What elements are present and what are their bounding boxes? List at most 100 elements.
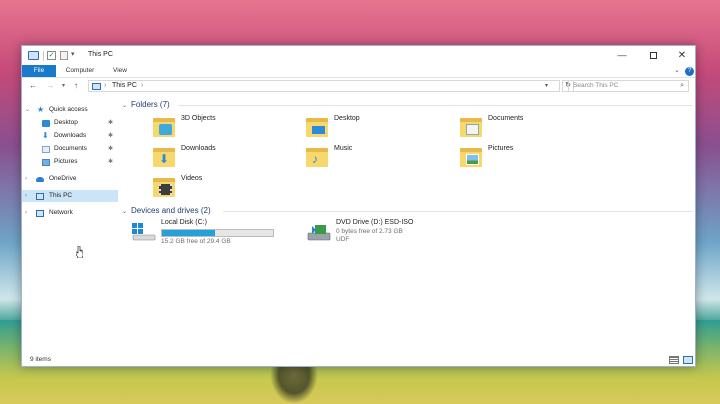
address-bar[interactable]: › This PC › ▾: [88, 80, 560, 92]
folder-label: Downloads: [181, 145, 216, 152]
sidebar-item-pictures[interactable]: Pictures ✱: [22, 156, 118, 168]
folder-music[interactable]: ♪ Music: [294, 143, 444, 169]
forward-button[interactable]: →: [46, 80, 54, 92]
chevron-down-icon[interactable]: ⌄: [122, 209, 127, 215]
download-icon: ⬇: [42, 131, 49, 140]
music-folder-icon: ♪: [306, 145, 330, 167]
folder-downloads[interactable]: ⬇ Downloads: [141, 143, 291, 169]
search-placeholder: Search This PC: [573, 82, 619, 89]
sidebar-item-label: Pictures: [54, 158, 78, 165]
tab-computer[interactable]: Computer: [60, 65, 100, 77]
expand-ribbon-icon[interactable]: ⌄: [674, 66, 680, 76]
sidebar-item-downloads[interactable]: ⬇ Downloads ✱: [22, 130, 118, 142]
sidebar-item-label: Desktop: [54, 119, 78, 126]
folder-label: Desktop: [334, 115, 360, 122]
folder-documents[interactable]: Documents: [448, 113, 598, 139]
sidebar-item-onedrive[interactable]: › OneDrive: [22, 173, 118, 185]
sidebar-item-label: Downloads: [54, 132, 87, 139]
documents-folder-icon: [460, 115, 484, 137]
folders-group-title: Folders (7): [131, 100, 170, 109]
chevron-right-icon[interactable]: ›: [25, 190, 27, 202]
tab-file[interactable]: File: [22, 65, 56, 77]
drive-free-space: 0 bytes free of 2.73 GB: [336, 228, 403, 235]
up-button[interactable]: ↑: [74, 80, 78, 92]
star-icon: ★: [37, 105, 45, 114]
drive-dvd-d[interactable]: DVD Drive (D:) ESD-ISO 0 bytes free of 2…: [306, 219, 466, 253]
drive-local-disk-c[interactable]: Local Disk (C:) 15.2 GB free of 29.4 GB: [131, 219, 291, 253]
pin-icon[interactable]: ✱: [108, 143, 113, 155]
folder-desktop[interactable]: Desktop: [294, 113, 444, 139]
minimize-button[interactable]: —: [607, 46, 637, 65]
folder-label: Music: [334, 145, 353, 152]
pin-icon[interactable]: ✱: [108, 130, 113, 142]
pin-icon[interactable]: ✱: [108, 117, 113, 129]
folder-label: Pictures: [488, 145, 514, 152]
close-button[interactable]: ✕: [667, 46, 697, 65]
breadcrumb-chevron-icon[interactable]: ›: [104, 81, 106, 91]
downloads-folder-icon: ⬇: [153, 145, 177, 167]
desktop-folder-icon: [306, 115, 330, 137]
pictures-icon: [42, 159, 50, 166]
chevron-down-icon[interactable]: ⌄: [25, 104, 30, 116]
pictures-folder-icon: [460, 145, 484, 167]
folder-3d-objects[interactable]: 3D Objects: [141, 113, 291, 139]
drives-group-title: Devices and drives (2): [131, 206, 211, 215]
drive-usage-fill: [162, 230, 216, 236]
sidebar-item-desktop[interactable]: Desktop ✱: [22, 117, 118, 129]
divider: [178, 105, 692, 106]
title-bar[interactable]: ✓ ▾ This PC — ✕: [22, 46, 695, 65]
status-bar: 9 items: [22, 354, 695, 367]
drive-filesystem: UDF: [336, 236, 350, 243]
folder-label: Videos: [181, 175, 203, 182]
sidebar-item-network[interactable]: › Network: [22, 207, 118, 219]
large-icons-view-icon[interactable]: [683, 356, 693, 364]
search-icon: ⌕: [680, 82, 684, 89]
hand-cursor-icon: [76, 246, 83, 258]
folder-videos[interactable]: Videos: [141, 173, 291, 199]
breadcrumb-chevron-icon[interactable]: ›: [141, 81, 143, 91]
chevron-right-icon[interactable]: ›: [25, 173, 27, 185]
recent-locations-icon[interactable]: ▾: [62, 80, 65, 92]
network-icon: [36, 210, 44, 217]
pin-icon[interactable]: ✱: [108, 156, 113, 168]
this-pc-icon: [36, 193, 44, 200]
maximize-button[interactable]: [638, 46, 668, 65]
sidebar-item-label: This PC: [49, 192, 73, 199]
chevron-right-icon[interactable]: ›: [25, 207, 27, 219]
folder-label: 3D Objects: [181, 115, 216, 122]
3d-objects-folder-icon: [153, 115, 177, 137]
details-view-icon[interactable]: [669, 356, 679, 364]
search-input[interactable]: Search This PC ⌕: [568, 80, 689, 92]
sidebar-item-quick-access[interactable]: ⌄ ★ Quick access: [22, 104, 118, 116]
sidebar-item-this-pc[interactable]: › This PC: [22, 190, 118, 202]
divider: [223, 211, 692, 212]
videos-folder-icon: [153, 175, 177, 197]
address-dropdown-icon[interactable]: ▾: [545, 81, 548, 91]
help-icon[interactable]: ?: [685, 67, 694, 76]
new-folder-icon[interactable]: [60, 51, 68, 60]
folders-group-header[interactable]: ⌄ Folders (7): [122, 99, 170, 111]
sidebar-item-documents[interactable]: Documents ✱: [22, 143, 118, 155]
chevron-down-icon[interactable]: ⌄: [122, 103, 127, 109]
drive-usage-bar: [161, 229, 274, 237]
tab-view[interactable]: View: [106, 65, 134, 77]
drives-group-header[interactable]: ⌄ Devices and drives (2): [122, 205, 211, 217]
maximize-icon: [649, 52, 657, 60]
folder-pictures[interactable]: Pictures: [448, 143, 598, 169]
properties-icon[interactable]: ✓: [47, 51, 56, 60]
divider: [43, 51, 44, 61]
onedrive-icon: [36, 177, 44, 182]
drive-free-space: 15.2 GB free of 29.4 GB: [161, 238, 231, 245]
wallpaper-palm: [270, 362, 318, 404]
drive-label: Local Disk (C:): [161, 219, 207, 226]
ribbon-tabs: File Computer View ⌄ ?: [22, 65, 695, 78]
navigation-bar: ← → ▾ ↑ › This PC › ▾ ↻ Search This PC ⌕: [22, 78, 695, 94]
navigation-pane: ⌄ ★ Quick access Desktop ✱ ⬇ Downloads ✱…: [22, 100, 118, 355]
item-count: 9 items: [30, 356, 51, 363]
drive-label: DVD Drive (D:) ESD-ISO: [336, 219, 414, 226]
customize-toolbar-icon[interactable]: ▾: [71, 50, 75, 61]
sidebar-item-label: Documents: [54, 145, 87, 152]
breadcrumb-this-pc[interactable]: This PC: [112, 81, 137, 91]
back-button[interactable]: ←: [29, 80, 37, 92]
desktop-icon: [42, 120, 50, 127]
